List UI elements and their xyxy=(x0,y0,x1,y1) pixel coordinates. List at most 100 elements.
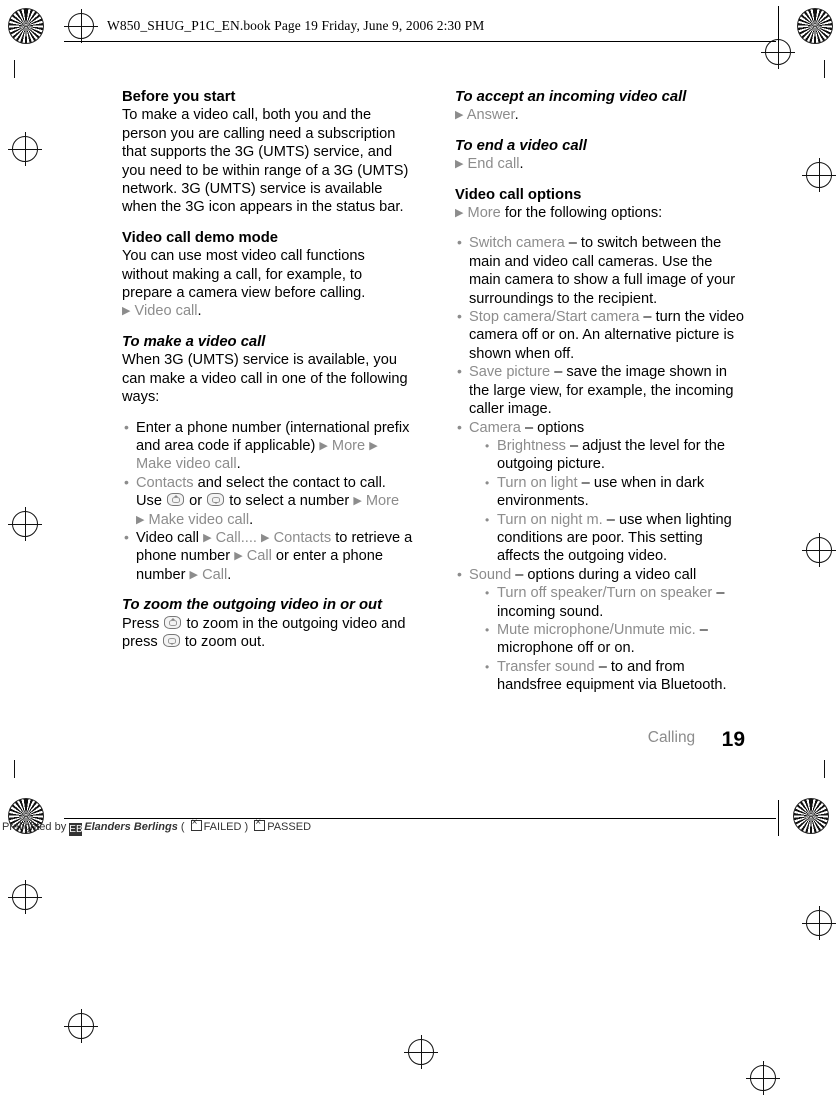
registration-cross-right-lower xyxy=(802,906,836,940)
keyword-make-video-call: Make video call xyxy=(148,511,250,528)
keyword-contacts: Contacts xyxy=(136,474,194,491)
list-item-text-or: or xyxy=(189,493,203,510)
paragraph-zoom: Press to zoom in the outgoing video and … xyxy=(122,615,415,652)
list-item: Contacts and select the contact to call.… xyxy=(122,473,415,529)
list-item: Enter a phone number (international pref… xyxy=(122,417,415,474)
header-divider xyxy=(778,6,779,42)
footer-divider xyxy=(778,800,779,836)
failed-checkbox-icon xyxy=(190,817,202,831)
list-item: Switch camera – to switch between the ma… xyxy=(455,233,745,308)
list-item: Stop camera/Start camera – turn the vide… xyxy=(455,307,745,363)
crop-mark-right-bottom xyxy=(824,760,825,778)
option-keyword: Stop camera xyxy=(469,309,552,326)
suboption-keyword: Transfer sound xyxy=(497,658,595,675)
crop-mark-left-bottom xyxy=(14,760,15,778)
list-item: Sound – options during a video call Turn… xyxy=(455,565,745,695)
registration-cross-bottom-center xyxy=(404,1035,438,1069)
footer-chapter-name: Calling xyxy=(647,729,696,746)
elanders-logo-icon: EB xyxy=(69,823,83,836)
option-keyword-alt: Start camera xyxy=(555,309,640,326)
paragraph-before-you-start: To make a video call, both you and the p… xyxy=(122,107,409,216)
registration-target-top-left xyxy=(8,8,44,44)
navigation-key-down-icon xyxy=(162,633,180,647)
suboption-keyword-alt: Unmute mic. xyxy=(613,621,696,638)
sublist-camera-options: Brightness – adjust the level for the ou… xyxy=(483,437,745,566)
arrow-icon: ▶ xyxy=(319,439,328,452)
list-item: Transfer sound – to and from handsfree e… xyxy=(483,658,745,695)
page-footer: Calling 19 xyxy=(455,728,745,752)
footer-rule xyxy=(64,818,776,819)
heading-end-video-call: To end a video call xyxy=(455,137,587,154)
path-answer: ▶ Answer. xyxy=(455,107,519,124)
list-item: Brightness – adjust the level for the ou… xyxy=(483,437,745,474)
prelight-paren-left: ( xyxy=(180,821,185,833)
prelight-company: Elanders Berlings xyxy=(84,821,178,833)
heading-to-make-a-video-call: To make a video call xyxy=(122,333,266,350)
prelight-stamp: Prelighted by EBElanders Berlings ( FAILE… xyxy=(2,817,312,836)
heading-video-call-demo-mode: Video call demo mode xyxy=(122,229,278,246)
arrow-icon: ▶ xyxy=(203,531,212,544)
list-item: Mute microphone/Unmute mic. – microphone… xyxy=(483,621,745,658)
arrow-icon: ▶ xyxy=(122,305,131,318)
arrow-icon: ▶ xyxy=(455,158,464,171)
crop-mark-left-top xyxy=(14,60,15,78)
right-column: To accept an incoming video call ▶ Answe… xyxy=(455,88,745,695)
registration-cross-left-upper xyxy=(8,132,42,166)
prelight-failed: FAILED xyxy=(203,821,242,833)
keyword-end-call: End call xyxy=(467,156,520,173)
arrow-icon: ▶ xyxy=(234,550,243,563)
header-filename-text: W850_SHUG_P1C_EN.book Page 19 Friday, Ju… xyxy=(107,18,485,33)
option-text: – options xyxy=(524,419,585,436)
arrow-icon: ▶ xyxy=(455,207,464,220)
registration-cross-bottom-left xyxy=(64,1009,98,1043)
suboption-keyword: Mute microphone xyxy=(497,621,610,638)
option-keyword: Camera xyxy=(469,419,521,436)
path-video-call: ▶ Video call. xyxy=(122,303,202,320)
path-end-call: ▶ End call. xyxy=(455,156,524,173)
arrow-icon: ▶ xyxy=(455,109,464,122)
left-column: Before you start To make a video call, b… xyxy=(122,88,415,651)
list-make-video-call-ways: Enter a phone number (international pref… xyxy=(122,417,415,585)
keyword-make-video-call: Make video call xyxy=(136,456,237,473)
list-item: Save picture – save the image shown in t… xyxy=(455,362,745,418)
paragraph-to-make-a-video-call: When 3G (UMTS) service is available, you… xyxy=(122,352,408,406)
header-rule xyxy=(64,41,776,42)
keyword-call: Call xyxy=(202,566,228,583)
option-keyword: Switch camera xyxy=(469,235,565,252)
prelight-paren-right: ) xyxy=(244,821,249,833)
list-video-call-options: Switch camera – to switch between the ma… xyxy=(455,233,745,695)
prelight-passed: PASSED xyxy=(267,821,312,833)
heading-to-zoom-outgoing-video: To zoom the outgoing video in or out xyxy=(122,597,383,614)
keyword-more: More xyxy=(467,205,501,222)
keyword-call-dots: Call.... xyxy=(215,529,257,546)
suboption-keyword: Brightness xyxy=(497,437,566,454)
more-options-text: for the following options: xyxy=(504,205,663,222)
registration-cross-top-right xyxy=(761,35,795,69)
list-item: Turn on night m. – use when lighting con… xyxy=(483,511,745,566)
keyword-video-call: Video call xyxy=(134,303,198,320)
option-keyword: Save picture xyxy=(469,364,551,381)
list-item: Turn on light – use when in dark environ… xyxy=(483,474,745,511)
navigation-key-up-icon xyxy=(164,615,182,629)
arrow-icon: ▶ xyxy=(369,439,378,452)
suboption-keyword: Turn off speaker xyxy=(497,585,603,602)
keyword-more: More xyxy=(365,493,400,510)
option-text: – options during a video call xyxy=(515,566,697,583)
keyword-more: More xyxy=(331,437,366,454)
prelight-label: Prelighted by xyxy=(2,821,67,833)
list-item-text-b: to select a number xyxy=(229,493,350,510)
option-keyword: Sound xyxy=(469,566,512,583)
paragraph-video-call-demo-mode: You can use most video call functions wi… xyxy=(122,248,366,302)
registration-target-bottom-right xyxy=(793,798,829,834)
arrow-icon: ▶ xyxy=(261,531,270,544)
keyword-call: Call xyxy=(246,548,272,565)
arrow-icon: ▶ xyxy=(136,513,145,526)
path-more-options: ▶ More for the following options: xyxy=(455,204,745,222)
crop-mark-right-top xyxy=(824,60,825,78)
registration-cross-right-middle xyxy=(802,533,836,567)
navigation-key-up-icon xyxy=(167,493,185,507)
heading-before-you-start: Before you start xyxy=(122,89,236,105)
registration-cross-left-lower xyxy=(8,880,42,914)
navigation-key-down-icon xyxy=(207,493,225,507)
zoom-text-a: Press xyxy=(122,615,160,632)
